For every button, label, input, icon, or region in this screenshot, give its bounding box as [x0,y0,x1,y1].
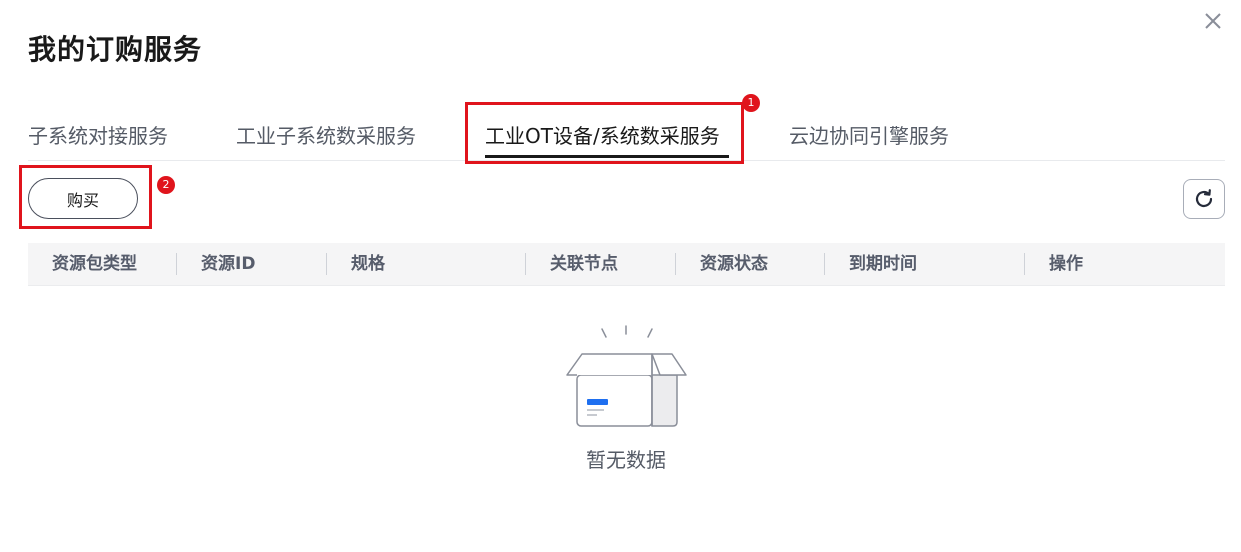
column-separator [675,253,676,275]
close-button[interactable] [1200,8,1226,34]
refresh-icon [1195,189,1213,208]
highlight-box-tab [465,102,744,164]
empty-state-text: 暂无数据 [586,448,666,472]
column-header-spec: 规格 [351,254,385,274]
tab-industrial-subsystem-collection[interactable]: 工业子系统数采服务 [236,120,416,149]
column-header-actions: 操作 [1049,254,1083,274]
buy-button[interactable]: 购买 [28,178,138,219]
refresh-button[interactable] [1183,179,1225,219]
column-header-resource-id: 资源ID [201,254,256,274]
empty-box-icon [560,323,692,433]
tab-cloud-edge-engine[interactable]: 云边协同引擎服务 [789,120,949,149]
column-separator [326,253,327,275]
column-separator [525,253,526,275]
step-marker-2: 2 [157,176,175,194]
column-separator [176,253,177,275]
column-separator [824,253,825,275]
step-marker-1: 1 [742,94,760,112]
column-header-linked-node: 关联节点 [550,254,618,274]
tab-subsystem-integration[interactable]: 子系统对接服务 [28,120,168,149]
column-header-package-type: 资源包类型 [52,254,137,274]
column-header-resource-status: 资源状态 [700,254,768,274]
close-icon [1205,13,1221,29]
column-separator [1024,253,1025,275]
dialog-title: 我的订购服务 [28,33,203,66]
column-header-expiry-time: 到期时间 [849,254,917,274]
table-header: 资源包类型 资源ID 规格 关联节点 资源状态 到期时间 操作 [28,243,1225,286]
